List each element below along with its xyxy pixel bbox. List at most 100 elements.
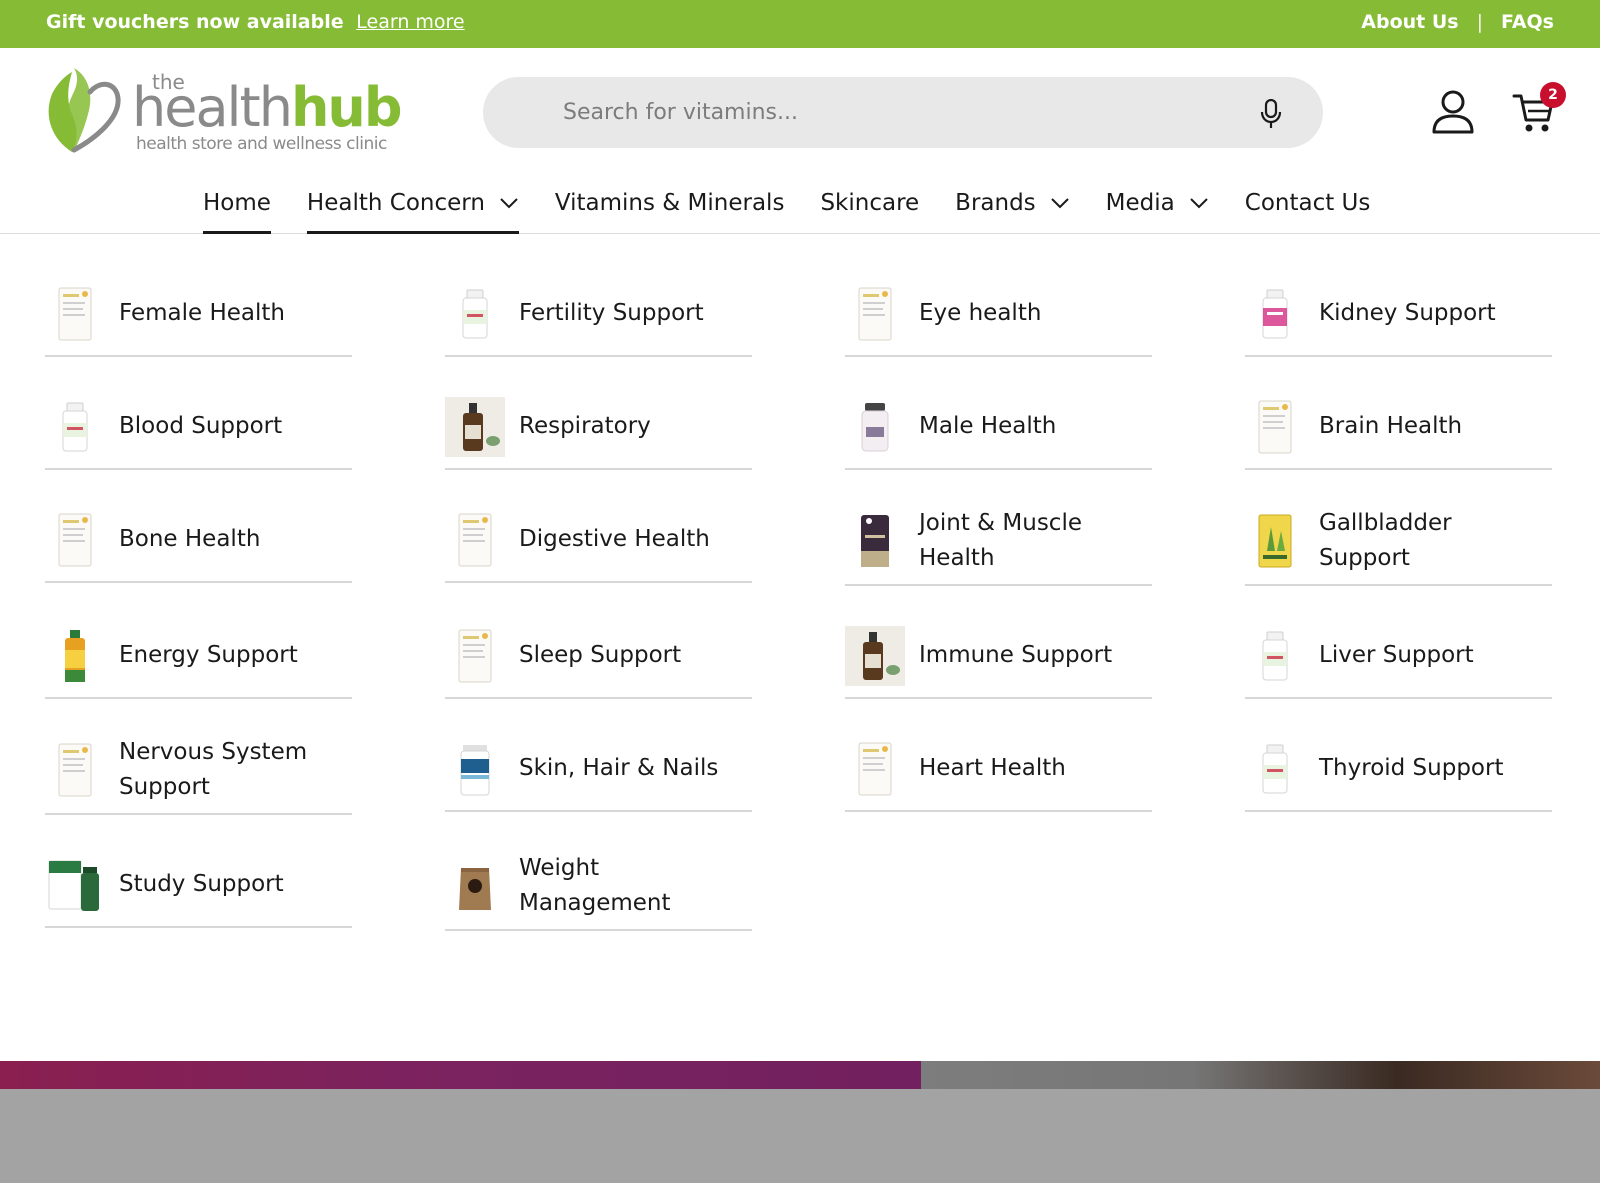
- supplement-bottle-icon: [1262, 744, 1288, 793]
- amber-bottle-icon: [845, 625, 905, 686]
- nav-item-label: Skincare: [820, 190, 920, 216]
- nav-item-label: Home: [203, 190, 271, 216]
- probiotic-bottle-icon: [1262, 289, 1288, 338]
- site-logo[interactable]: the healthhub health store and wellness …: [44, 66, 402, 156]
- menu-item-label: Respiratory: [519, 413, 651, 439]
- dark-jar-icon: [861, 515, 889, 567]
- product-box-icon: [458, 513, 492, 566]
- menu-item-skin-hair-and-nails[interactable]: Skin, Hair & Nails: [445, 735, 752, 812]
- product-thumbnail: [45, 510, 105, 570]
- chevron-down-icon: [1050, 198, 1069, 209]
- menu-item-brain-health[interactable]: Brain Health: [1245, 393, 1552, 470]
- nav-item-skincare[interactable]: Skincare: [820, 178, 919, 234]
- menu-item-label: Kidney Support: [1319, 300, 1496, 326]
- about-us-link[interactable]: About Us: [1361, 11, 1458, 33]
- product-box-icon: [1258, 400, 1292, 453]
- product-box-icon: [458, 629, 492, 682]
- health-concern-grid: Female Health Fertility Support Eye health…: [45, 280, 1552, 931]
- leaf-heart-logo-icon: [48, 68, 121, 153]
- learn-more-link[interactable]: Learn more: [356, 11, 464, 33]
- menu-item-kidney-support[interactable]: Kidney Support: [1245, 280, 1552, 357]
- menu-item-label: Blood Support: [119, 413, 283, 439]
- menu-item-bone-health[interactable]: Bone Health: [45, 506, 352, 583]
- menu-item-gallbladder-support[interactable]: Gallbladder Support: [1245, 506, 1552, 586]
- utility-links: About Us | FAQs: [1361, 11, 1554, 33]
- search-input[interactable]: [563, 77, 1203, 148]
- menu-item-male-health[interactable]: Male Health: [845, 393, 1152, 470]
- product-thumbnail: [445, 626, 505, 686]
- menu-item-immune-support[interactable]: Immune Support: [845, 622, 1152, 699]
- nav-item-label: Media: [1105, 190, 1175, 216]
- menu-item-label: Immune Support: [919, 642, 1113, 668]
- user-icon[interactable]: [1430, 88, 1476, 134]
- main-navigation: Home Health Concern Vitamins & Minerals Ski…: [0, 178, 1600, 234]
- product-box-icon: [858, 287, 892, 340]
- menu-item-weight-management[interactable]: Weight Management: [445, 851, 752, 931]
- menu-item-eye-health[interactable]: Eye health: [845, 280, 1152, 357]
- menu-item-label: Study Support: [119, 871, 284, 897]
- product-thumbnail: [445, 284, 505, 344]
- nav-item-label: Health Concern: [306, 190, 485, 216]
- menu-item-label: Joint & Muscle Health: [919, 510, 1082, 571]
- page-overlay[interactable]: [0, 1089, 1600, 1183]
- menu-item-sleep-support[interactable]: Sleep Support: [445, 622, 752, 699]
- menu-item-label: Fertility Support: [519, 300, 704, 326]
- logo-tagline: health store and wellness clinic: [136, 134, 387, 154]
- search-bar: [483, 77, 1323, 148]
- menu-item-label: Liver Support: [1319, 642, 1474, 668]
- menu-item-thyroid-support[interactable]: Thyroid Support: [1245, 735, 1552, 812]
- menu-item-label: Brain Health: [1319, 413, 1463, 439]
- chevron-down-icon: [1190, 198, 1208, 209]
- nav-item-vitamins-and-minerals[interactable]: Vitamins & Minerals: [555, 178, 785, 234]
- product-thumbnail: [1245, 739, 1305, 799]
- logo-wordmark: healthhub: [132, 76, 403, 139]
- cart-count-badge: 2: [1540, 82, 1566, 108]
- menu-item-label: Nervous System Support: [119, 739, 308, 800]
- menu-item-joint-and-muscle-health[interactable]: Joint & Muscle Health: [845, 506, 1152, 586]
- green-box-icon: [48, 860, 99, 911]
- product-thumbnail: [845, 739, 905, 799]
- menu-item-nervous-system-support[interactable]: Nervous System Support: [45, 735, 352, 815]
- announcement-bar: Gift vouchers now available Learn more A…: [0, 0, 1600, 48]
- product-thumbnail: [445, 856, 505, 916]
- product-thumbnail: [445, 396, 505, 457]
- nav-item-home[interactable]: Home: [203, 178, 271, 234]
- logo-word-health: health: [132, 76, 293, 139]
- product-box-icon: [58, 287, 92, 340]
- menu-item-blood-support[interactable]: Blood Support: [45, 393, 352, 470]
- logo-word-hub: hub: [290, 76, 403, 139]
- menu-item-label: Female Health: [119, 300, 285, 326]
- health-concern-mega-menu: Female Health Fertility Support Eye health…: [0, 235, 1600, 1061]
- menu-item-label: Gallbladder Support: [1319, 510, 1452, 571]
- menu-item-energy-support[interactable]: Energy Support: [45, 622, 352, 699]
- product-thumbnail: [45, 740, 105, 800]
- supplement-bottle-icon: [62, 402, 88, 451]
- menu-item-respiratory[interactable]: Respiratory: [445, 393, 752, 470]
- product-thumbnail: [1245, 397, 1305, 457]
- menu-item-liver-support[interactable]: Liver Support: [1245, 622, 1552, 699]
- menu-item-label: Male Health: [919, 413, 1057, 439]
- product-thumbnail: [1245, 511, 1305, 571]
- product-thumbnail: [845, 284, 905, 344]
- nav-item-brands[interactable]: Brands: [955, 178, 1070, 234]
- menu-item-study-support[interactable]: Study Support: [45, 851, 352, 928]
- nav-item-health-concern[interactable]: Health Concern: [306, 178, 519, 234]
- menu-item-fertility-support[interactable]: Fertility Support: [445, 280, 752, 357]
- product-thumbnail: [1245, 284, 1305, 344]
- menu-item-label: Weight Management: [519, 855, 671, 916]
- microphone-icon[interactable]: [1259, 99, 1283, 129]
- nav-item-media[interactable]: Media: [1106, 178, 1209, 234]
- menu-item-label: Thyroid Support: [1319, 755, 1504, 781]
- product-thumbnail: [445, 510, 505, 570]
- nav-item-label: Vitamins & Minerals: [554, 190, 785, 216]
- menu-item-digestive-health[interactable]: Digestive Health: [445, 506, 752, 583]
- faqs-link[interactable]: FAQs: [1501, 11, 1554, 33]
- nav-item-label: Brands: [955, 190, 1036, 216]
- menu-item-heart-health[interactable]: Heart Health: [845, 735, 1152, 812]
- menu-item-label: Eye health: [919, 300, 1042, 326]
- nav-item-contact-us[interactable]: Contact Us: [1245, 178, 1371, 234]
- collagen-tub-icon: [460, 744, 490, 795]
- menu-item-female-health[interactable]: Female Health: [45, 280, 352, 357]
- menu-item-label: Digestive Health: [519, 526, 710, 552]
- amber-bottle-icon: [445, 396, 505, 457]
